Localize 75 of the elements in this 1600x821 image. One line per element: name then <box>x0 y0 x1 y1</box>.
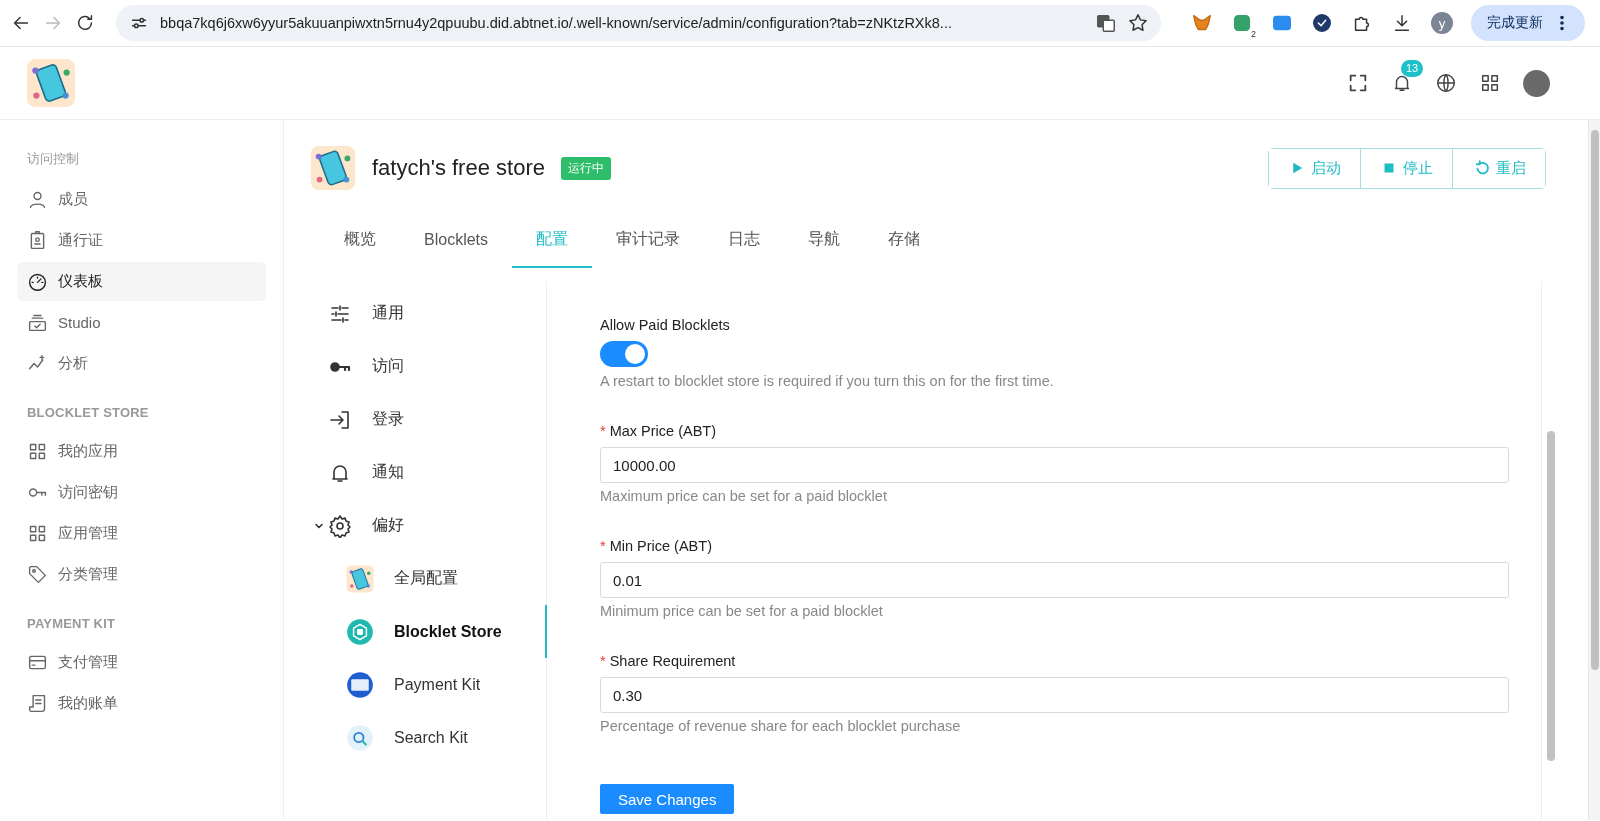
profile-avatar[interactable]: y <box>1431 12 1453 34</box>
help-text: Maximum price can be set for a paid blocklet <box>600 488 888 504</box>
sidebar-item[interactable]: 我的账单 <box>17 684 266 723</box>
required-mark: * <box>600 423 606 439</box>
toggle-switch[interactable] <box>600 341 648 367</box>
settings-menu-item[interactable]: Search Kit <box>310 711 547 764</box>
field-label: Share Requirement <box>609 653 736 669</box>
input-field[interactable]: 0.01 <box>600 562 1509 598</box>
sidebar-item[interactable]: 仪表板 <box>17 262 266 301</box>
settings-menu-item[interactable]: 通知 <box>310 446 547 499</box>
status-badge: 运行中 <box>560 156 611 180</box>
settings-menu-item[interactable]: 全局配置 <box>310 552 547 605</box>
field-label: Max Price (ABT) <box>609 423 716 439</box>
help-text: Percentage of revenue share for each blocklet purchase <box>600 718 962 734</box>
sidebar-item[interactable]: 支付管理 <box>17 643 266 682</box>
tab[interactable]: 审计记录 <box>592 217 705 268</box>
extension-icon[interactable] <box>1231 12 1253 34</box>
phone-app-icon <box>310 145 356 191</box>
settings-menu-item[interactable]: 登录 <box>310 393 547 446</box>
check-circle-icon[interactable] <box>1311 12 1333 34</box>
grid-icon[interactable] <box>1479 72 1501 94</box>
settings-menu-item[interactable]: 访问 <box>310 340 547 393</box>
sidebar-item[interactable]: 分析 <box>17 344 266 383</box>
tab[interactable]: 概览 <box>320 217 400 268</box>
sidebar-item[interactable]: 我的应用 <box>17 432 266 471</box>
update-button[interactable]: 完成更新 <box>1471 5 1585 41</box>
search-icon <box>346 723 374 752</box>
scrollbar-thumb[interactable] <box>1591 130 1599 670</box>
section-heading: BLOCKLET STORE <box>26 405 150 420</box>
phone-app-icon[interactable] <box>26 58 76 108</box>
input-field[interactable]: 10000.00 <box>600 447 1509 483</box>
tab[interactable]: Blocklets <box>400 217 513 268</box>
window-icon <box>346 670 374 699</box>
person-icon <box>27 189 48 210</box>
sidebar-item[interactable]: 访问密钥 <box>17 473 266 512</box>
tab[interactable]: 导航 <box>784 217 865 268</box>
user-avatar[interactable] <box>1523 69 1550 97</box>
settings-menu-item[interactable]: 通用 <box>310 287 547 340</box>
field-label: Min Price (ABT) <box>609 538 712 554</box>
sidebar-item[interactable]: 应用管理 <box>17 514 266 553</box>
grid-icon <box>27 523 48 544</box>
globe-icon[interactable] <box>1435 72 1457 94</box>
fullscreen-icon[interactable] <box>1347 72 1369 94</box>
tag-icon <box>27 564 48 585</box>
notification-badge: 13 <box>1401 60 1424 77</box>
field-label: Allow Paid Blocklets <box>600 317 731 333</box>
settings-menu-item[interactable]: Payment Kit <box>310 658 547 711</box>
grid-icon <box>27 441 48 462</box>
settings-menu-item[interactable]: Blocklet Store <box>310 605 547 658</box>
inbox-check-icon <box>27 312 48 333</box>
help-text: Minimum price can be set for a paid blocklet <box>600 603 884 619</box>
help-text: A restart to blocklet store is required if you turn this on for the first time. <box>600 373 1055 389</box>
receipt-icon <box>27 693 48 714</box>
extension-badge: 2 <box>1249 29 1258 39</box>
star-icon[interactable] <box>1127 12 1149 34</box>
required-mark: * <box>600 653 606 669</box>
sidebar-item[interactable]: 分类管理 <box>17 555 266 594</box>
sidebar-item[interactable]: 成员 <box>17 180 266 219</box>
sidebar-item[interactable]: Studio <box>17 303 266 342</box>
input-field[interactable]: 0.30 <box>600 677 1509 713</box>
section-heading: PAYMENT KIT <box>26 616 117 631</box>
tab[interactable]: 存储 <box>864 217 945 268</box>
gauge-icon <box>27 271 48 292</box>
settings-menu-item[interactable]: 偏好 <box>310 499 547 552</box>
sidebar-item[interactable]: 通行证 <box>17 221 266 260</box>
url-text: bbqa7kq6j6xw6yyur5akuuanpiwxtn5rnu4y2qpuubu.did.abtnet.io/.well-known/service/admin/configuration?tab=zNKtzRXk8... <box>160 15 953 31</box>
scrollbar-thumb[interactable] <box>1547 431 1555 761</box>
section-heading: 访问控制 <box>26 150 80 168</box>
address-bar[interactable]: bbqa7kq6j6xw6yyur5akuuanpiwxtn5rnu4y2qpuubu.did.abtnet.io/.well-known/service/admin/configuration?tab=zNKtzRXk8... <box>116 5 1161 41</box>
gear-icon <box>328 513 352 538</box>
tab[interactable]: 日志 <box>704 217 785 268</box>
translate-icon[interactable] <box>1095 12 1117 34</box>
phone-app-icon <box>346 564 374 593</box>
required-mark: * <box>600 538 606 554</box>
app-name: fatych's free store <box>372 155 545 181</box>
